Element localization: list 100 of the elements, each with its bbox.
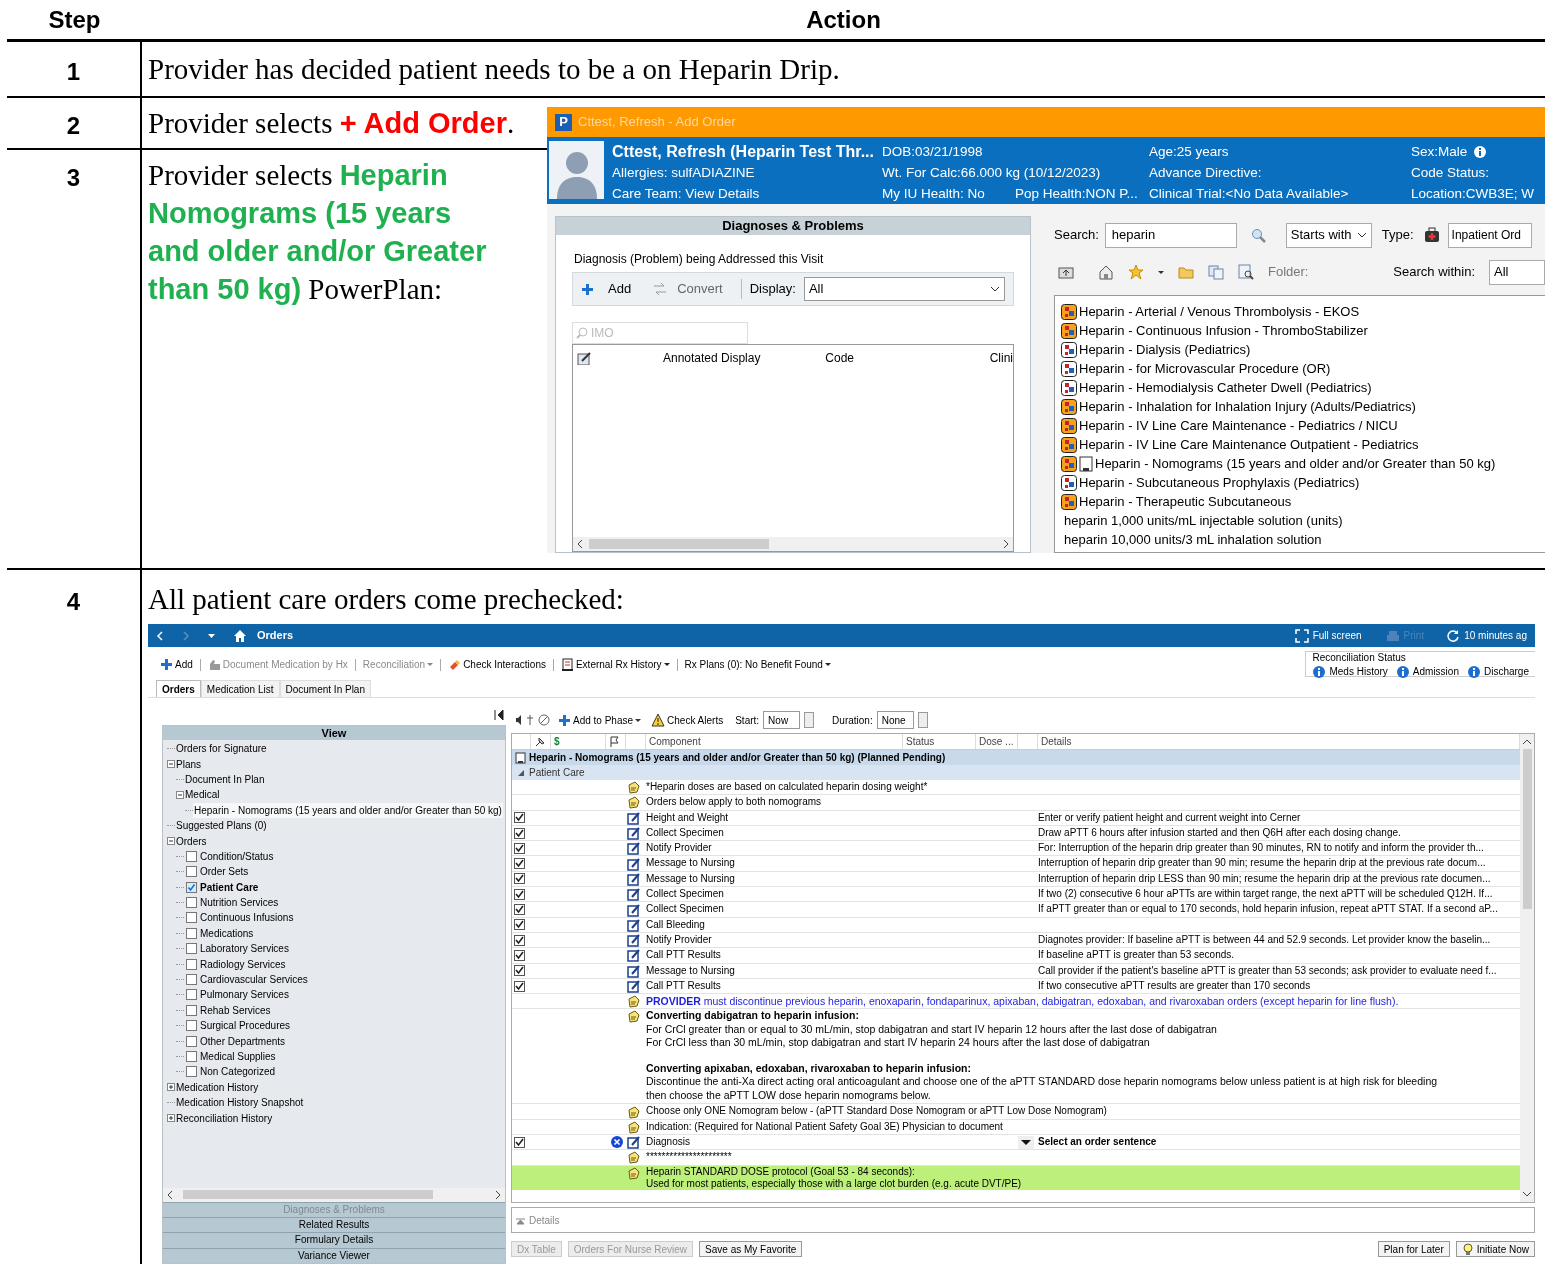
order-name[interactable]: Notify Provider [646, 841, 1038, 856]
result-item[interactable]: Heparin - Arterial / Venous Thrombolysis - EKOS [1061, 302, 1545, 321]
flag-icon[interactable] [609, 735, 619, 748]
horizontal-scrollbar[interactable] [163, 1187, 505, 1202]
scroll-right-icon[interactable] [1003, 540, 1009, 548]
checkbox[interactable] [514, 873, 525, 885]
back-icon[interactable] [156, 630, 164, 641]
search-icon[interactable] [1250, 227, 1266, 243]
tab[interactable]: Medication List [200, 680, 280, 697]
tree-item[interactable]: Laboratory Services [199, 941, 290, 957]
column-header[interactable]: Dose ... [979, 734, 1014, 749]
result-item[interactable]: Heparin - Inhalation for Inhalation Injury (Adults/Pediatrics) [1061, 397, 1545, 416]
result-item[interactable]: Heparin - Therapeutic Subcutaneous [1061, 492, 1545, 511]
medical-bag-icon[interactable] [1423, 227, 1440, 243]
tree-item[interactable]: Medications [199, 925, 255, 941]
star-icon[interactable] [1128, 264, 1144, 280]
order-name[interactable]: Call PTT Results [646, 948, 1038, 963]
tree-item[interactable]: Orders for Signature [175, 741, 268, 757]
checkbox[interactable] [186, 958, 197, 970]
toolbar-button[interactable]: External Rx History [560, 657, 670, 672]
scroll-up-icon[interactable] [1523, 737, 1531, 747]
result-item[interactable]: Heparin - Dialysis (Pediatrics) [1061, 340, 1545, 359]
column-header[interactable]: Details [1041, 734, 1072, 749]
full-screen-button[interactable]: Full screen [1312, 628, 1362, 643]
tree-item[interactable]: Surgical Procedures [199, 1018, 292, 1034]
convert-button[interactable]: Convert [653, 279, 723, 299]
result-item[interactable]: Heparin - Nomograms (15 years and older and/or Greater than 50 kg) [1061, 454, 1545, 473]
checkbox[interactable] [186, 897, 197, 909]
result-item[interactable]: heparin 10,000 units/3 mL inhalation solution [1061, 530, 1545, 549]
start-field[interactable]: Now [763, 711, 801, 729]
caret-icon[interactable] [208, 633, 215, 638]
tree-item[interactable]: Other Departments [199, 1033, 287, 1049]
checkbox[interactable] [514, 888, 525, 900]
toolbar-button[interactable]: Add [160, 657, 193, 672]
info-icon[interactable] [1473, 144, 1488, 159]
tree-item[interactable]: Orders [175, 833, 208, 849]
action-button[interactable]: Save as My Favorite [699, 1241, 803, 1257]
order-name[interactable]: Call PTT Results [646, 978, 1038, 994]
order-name[interactable]: Height and Weight [646, 810, 1038, 825]
action-button[interactable]: Initiate Now [1455, 1241, 1535, 1257]
banner-text[interactable]: Care Team: View Details [612, 183, 760, 204]
checkbox[interactable] [186, 974, 197, 986]
checkbox[interactable] [514, 919, 525, 931]
order-name[interactable]: Message to Nursing [646, 856, 1038, 871]
section-header[interactable]: Formulary Details [163, 1232, 505, 1248]
match-dropdown[interactable]: Starts with [1285, 222, 1372, 248]
tree-item[interactable]: Order Sets [199, 864, 250, 880]
order-name[interactable]: Message to Nursing [646, 963, 1038, 978]
check-alerts-button[interactable]: Check Alerts [651, 712, 724, 728]
horizontal-scrollbar[interactable] [573, 537, 1013, 551]
order-name[interactable]: Call Bleeding [646, 917, 1038, 933]
no-icon[interactable] [538, 714, 550, 726]
search-field[interactable]: heparin [1104, 222, 1237, 248]
tree-item[interactable]: Continuous Infusions [199, 910, 295, 926]
order-name[interactable]: Collect Specimen [646, 902, 1038, 917]
scroll-down-icon[interactable] [1523, 1189, 1531, 1199]
display-dropdown[interactable]: All [803, 277, 1005, 301]
toolbar-button[interactable]: Rx Plans (0): No Benefit Found [684, 657, 831, 672]
ellipsis-button[interactable] [917, 712, 928, 728]
type-dropdown[interactable]: Inpatient Ord [1447, 222, 1532, 248]
tree-item[interactable]: Cardiovascular Services [199, 972, 309, 988]
toolbar-button[interactable]: Check Interactions [448, 657, 546, 672]
scroll-right-icon[interactable] [495, 1190, 501, 1199]
duration-field[interactable]: None [876, 711, 914, 729]
up-folder-icon[interactable] [1058, 264, 1074, 280]
result-item[interactable]: Heparin - IV Line Care Maintenance Outpatient - Pediatrics [1061, 435, 1545, 454]
column-header[interactable]: $ [554, 734, 560, 749]
caret-icon[interactable] [1158, 270, 1164, 274]
scroll-left-icon[interactable] [577, 540, 583, 548]
checkbox[interactable] [186, 850, 197, 862]
document-search-icon[interactable] [1238, 264, 1254, 280]
reconciliation-item[interactable]: Discharge [1483, 664, 1529, 679]
checkbox[interactable] [514, 949, 525, 961]
tree-item[interactable]: Non Categorized [199, 1064, 277, 1080]
search-within-dropdown[interactable]: All [1489, 259, 1545, 285]
checkbox[interactable] [514, 842, 525, 854]
tree-item[interactable]: Pulmonary Services [199, 987, 290, 1003]
order-name[interactable]: Message to Nursing [646, 871, 1038, 887]
home-icon[interactable] [233, 628, 247, 643]
reconciliation-item[interactable]: Meds History [1329, 664, 1388, 679]
fullscreen-icon[interactable] [1294, 628, 1309, 643]
checkbox[interactable] [186, 881, 197, 893]
scrollbar-thumb[interactable] [183, 1190, 433, 1200]
checkbox[interactable] [514, 1136, 525, 1148]
tree-item[interactable]: Condition/Status [199, 848, 275, 864]
checkbox[interactable] [186, 912, 197, 924]
tree-item[interactable]: Medication History Snapshot [175, 1095, 305, 1111]
tree-item[interactable]: Nutrition Services [199, 895, 280, 911]
tree-item[interactable]: Reconciliation History [175, 1110, 274, 1126]
expand-icon[interactable] [516, 1215, 525, 1225]
checkbox[interactable] [514, 965, 525, 977]
tree-item[interactable]: Heparin - Nomograms (15 years and older and/or Greater than 50 kg) [193, 802, 503, 818]
checkbox[interactable] [514, 934, 525, 946]
tree-item[interactable]: Patient Care [199, 879, 260, 895]
checkbox[interactable] [186, 866, 197, 878]
checkbox[interactable] [186, 943, 197, 955]
reconciliation-item[interactable]: Admission [1412, 664, 1459, 679]
checkbox[interactable] [186, 989, 197, 1001]
checkbox[interactable] [186, 1066, 197, 1078]
home-icon[interactable] [1098, 264, 1114, 280]
